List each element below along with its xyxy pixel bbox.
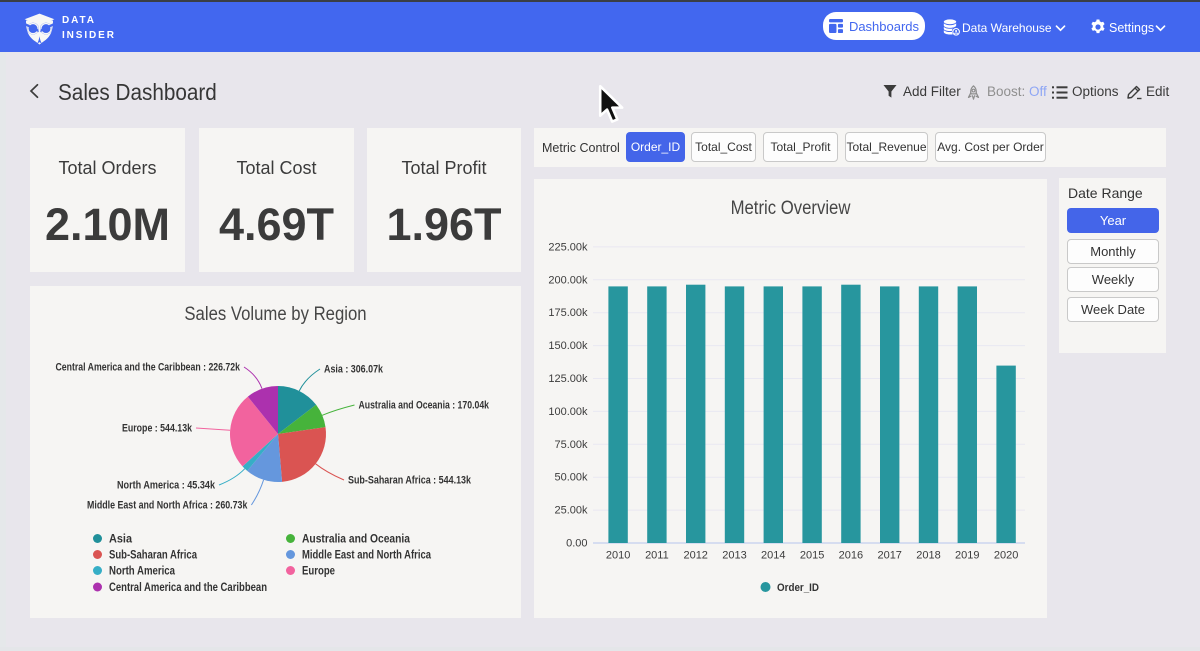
svg-text:2012: 2012 [683,550,707,562]
svg-text:Order_ID: Order_ID [777,582,819,594]
svg-text:Sub-Saharan Africa: Sub-Saharan Africa [109,550,197,562]
svg-text:2016: 2016 [839,550,863,562]
svg-text:2011: 2011 [645,550,669,562]
svg-text:75.00k: 75.00k [554,439,588,451]
svg-text:Australia and Oceania : 170.04: Australia and Oceania : 170.04k [359,400,490,412]
svg-text:225.00k: 225.00k [548,241,588,253]
svg-text:Asia : 306.07k: Asia : 306.07k [324,364,384,376]
svg-text:Middle East and North Africa: Middle East and North Africa [302,550,431,562]
svg-text:2015: 2015 [800,550,824,562]
svg-text:2019: 2019 [955,550,979,562]
svg-text:125.00k: 125.00k [548,373,588,385]
svg-text:Asia: Asia [109,534,133,546]
svg-text:2020: 2020 [994,550,1018,562]
svg-text:Central America and the Caribb: Central America and the Caribbean : 226.… [56,362,241,374]
svg-text:2014: 2014 [761,550,785,562]
svg-text:0.00: 0.00 [566,538,587,550]
svg-text:Middle East and North Africa :: Middle East and North Africa : 260.73k [87,500,248,512]
svg-text:Europe: Europe [302,566,335,578]
svg-text:Australia and Oceania: Australia and Oceania [302,534,411,546]
svg-text:2018: 2018 [916,550,940,562]
svg-text:2017: 2017 [877,550,901,562]
svg-text:2013: 2013 [722,550,746,562]
svg-text:175.00k: 175.00k [548,307,588,319]
svg-text:25.00k: 25.00k [554,505,588,517]
svg-text:100.00k: 100.00k [548,406,588,418]
svg-text:Sub-Saharan Africa : 544.13k: Sub-Saharan Africa : 544.13k [348,475,472,487]
svg-text:150.00k: 150.00k [548,340,588,352]
svg-text:Europe : 544.13k: Europe : 544.13k [122,423,193,435]
svg-text:North America : 45.34k: North America : 45.34k [117,480,216,492]
svg-text:Central America and the Caribb: Central America and the Caribbean [109,582,267,594]
svg-text:2010: 2010 [606,550,630,562]
svg-text:North America: North America [109,566,175,578]
svg-text:200.00k: 200.00k [548,274,588,286]
svg-text:50.00k: 50.00k [554,472,588,484]
